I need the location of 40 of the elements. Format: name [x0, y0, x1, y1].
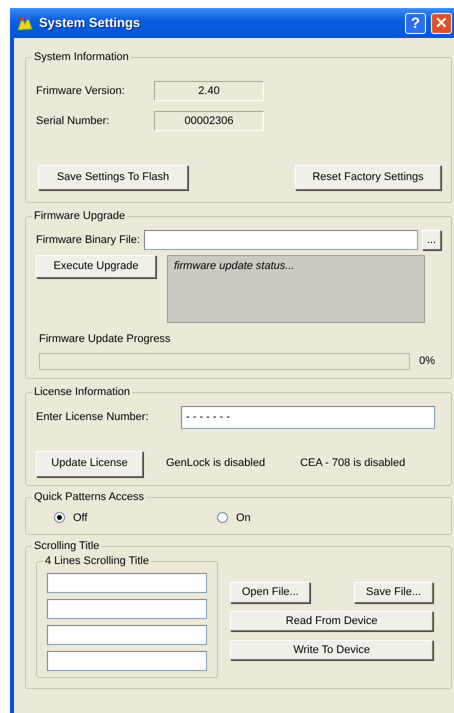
radio-button[interactable] [54, 512, 65, 524]
field-label: Frimware Version: [36, 84, 126, 99]
radio-option[interactable]: On [217, 510, 380, 526]
status-box: firmware update status... [167, 255, 425, 323]
group-title: Quick Patterns Access [33, 492, 146, 502]
group-title: System Information [33, 52, 130, 63]
write-device-button[interactable]: Write To Device [230, 640, 433, 660]
field-label: Enter License Number: [36, 410, 150, 425]
group-title: Firmware Upgrade [33, 211, 126, 222]
status-text: CEA - 708 is disabled [300, 456, 406, 472]
open-file-button[interactable]: Open File... [230, 582, 310, 603]
execute-upgrade-button[interactable]: Execute Upgrade [36, 255, 156, 278]
browse-button[interactable]: ... [422, 230, 441, 250]
title-line-field[interactable] [47, 651, 208, 671]
field-label: Firmware Binary File: [36, 232, 140, 248]
update-license-button[interactable]: Update License [36, 450, 143, 476]
save-button[interactable]: Save Settings To Flash [38, 165, 188, 190]
reset-button[interactable]: Reset Factory Settings [295, 165, 441, 190]
readonly-field: 00002306 [154, 111, 264, 131]
file-path-field[interactable] [144, 230, 418, 250]
radio-option[interactable]: Off [54, 510, 217, 526]
close-button[interactable]: ✕ [431, 12, 452, 34]
title-line-field[interactable] [47, 599, 208, 619]
group-title: Scrolling Title [33, 541, 100, 552]
read-device-button[interactable]: Read From Device [230, 611, 433, 631]
progress-label: Firmware Update Progress [39, 332, 172, 347]
app-icon [16, 14, 34, 32]
field-label: Serial Number: [36, 114, 110, 129]
save-file-button[interactable]: Save File... [354, 582, 433, 603]
help-button[interactable]: ? [405, 12, 426, 34]
status-text: GenLock is disabled [166, 456, 266, 472]
readonly-field: 2.40 [154, 81, 264, 101]
group-title: License Information [33, 386, 131, 398]
group-title: 4 Lines Scrolling Title [44, 556, 150, 567]
title-line-field[interactable] [47, 573, 208, 593]
title-line-field[interactable] [47, 625, 208, 645]
window-title: System Settings [39, 14, 140, 32]
license-field[interactable]: - - - - - - - [181, 406, 435, 428]
radio-button[interactable] [217, 512, 228, 524]
progress-reading: 0% [419, 354, 435, 369]
